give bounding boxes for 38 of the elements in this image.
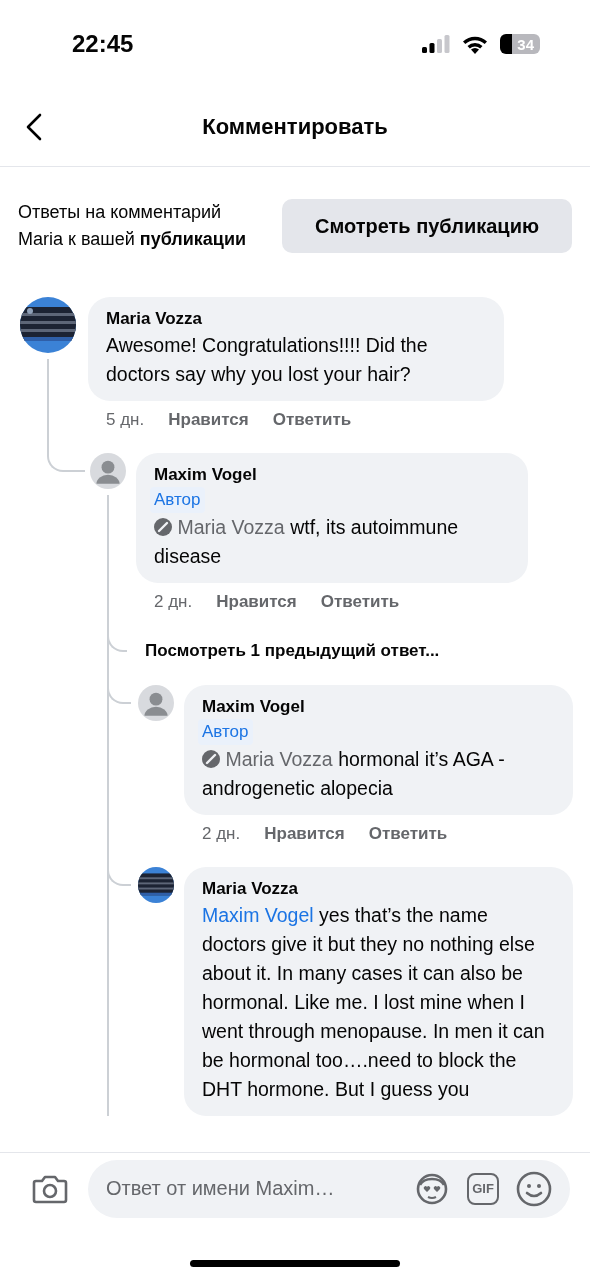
comment-author[interactable]: Maxim Vogel	[202, 695, 305, 719]
comment-action[interactable]: Ответить	[320, 592, 400, 612]
comment-text: Awesome! Congratulations!!!! Did the doctors say why you lost your hair?	[106, 333, 429, 387]
comment-text: Maxim Vogel yes that’s the name doctors give it but they no nothing else about it. In many cases it can also be hormonal. Like me. I lost mine when I went through menopause. In men it can be hormonal too….need to block the DHT hormone. But I guess you	[202, 903, 546, 1102]
comment-action[interactable]: Нравится	[168, 410, 249, 430]
camera-icon[interactable]	[32, 1173, 68, 1204]
page-title: Комментировать	[202, 114, 388, 140]
wifi-icon	[462, 34, 488, 54]
comment-action[interactable]: Нравится	[264, 824, 345, 844]
battery-icon: 34	[500, 34, 540, 54]
author-badge: Автор	[150, 487, 205, 513]
status-time: 22:45	[72, 30, 134, 58]
back-icon[interactable]	[25, 113, 43, 141]
reply-field[interactable]: Ответ от имени Maxim… GIF	[88, 1159, 570, 1218]
context-text: Ответы на комментарий Maria к вашей публикации	[18, 201, 248, 251]
comment-text: Maria Vozza wtf, its autoimmune disease	[154, 515, 460, 569]
avatar-icon	[138, 685, 174, 721]
removed-icon	[202, 750, 220, 768]
comment-author[interactable]: Maria Vozza	[202, 877, 299, 901]
comment-author[interactable]: Maxim Vogel	[154, 463, 257, 487]
comment-time: 2 дн.	[202, 824, 241, 844]
emoji-icon[interactable]	[516, 1170, 552, 1207]
removed-icon	[154, 518, 172, 536]
comment-author[interactable]: Maria Vozza	[106, 307, 203, 331]
gif-button[interactable]: GIF	[467, 1172, 499, 1205]
comment-action[interactable]: Нравится	[216, 592, 297, 612]
author-badge: Автор	[198, 719, 253, 745]
comment-time: 2 дн.	[154, 592, 193, 612]
home-indicator[interactable]	[190, 1259, 400, 1267]
comment-action[interactable]: Ответить	[368, 824, 448, 844]
comment-time: 5 дн.	[106, 410, 145, 430]
view-post-button[interactable]: Смотреть публикацию	[282, 199, 572, 253]
signal-icon	[422, 35, 450, 53]
mention-link[interactable]: Maxim Vogel	[202, 904, 314, 926]
view-previous-replies-link[interactable]: Посмотреть 1 предыдущий ответ...	[145, 637, 440, 665]
comment-action[interactable]: Ответить	[272, 410, 352, 430]
avatar-icon	[90, 453, 126, 489]
comment-text: Maria Vozza hormonal it’s AGA - androgenetic alopecia	[202, 747, 506, 801]
